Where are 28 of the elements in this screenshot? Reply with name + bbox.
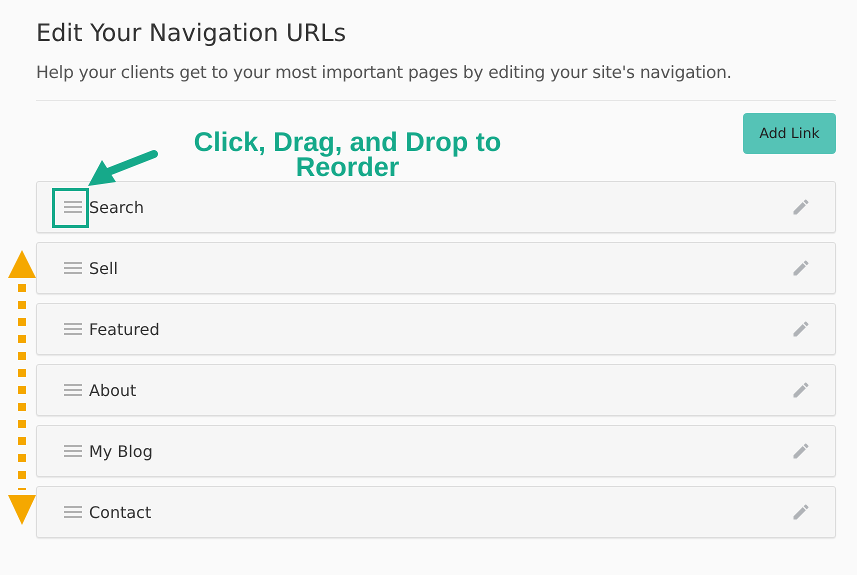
nav-item-label: About (89, 380, 138, 400)
nav-item-row[interactable]: Contact (36, 486, 836, 538)
page-title: Edit Your Navigation URLs (36, 18, 348, 49)
page-description: Help your clients get to your most important pages by editing your site's navigation. (36, 62, 733, 85)
drag-handle-icon[interactable] (63, 384, 83, 396)
nav-item-row[interactable]: About (36, 364, 836, 416)
nav-item-label: Sell (89, 258, 119, 278)
edit-icon[interactable] (791, 258, 811, 278)
add-link-button[interactable]: Add Link (743, 113, 836, 154)
edit-icon[interactable] (791, 197, 811, 217)
drag-handle-icon[interactable] (63, 506, 83, 518)
nav-item-row[interactable]: My Blog (36, 425, 836, 477)
nav-item-label: Search (89, 198, 145, 216)
drag-handle-icon[interactable] (63, 262, 83, 274)
nav-item-label: Contact (89, 502, 152, 522)
nav-item-row[interactable]: Featured (36, 303, 836, 355)
annotation-text: Click, Drag, and Drop to Reorder (192, 130, 502, 180)
edit-icon[interactable] (791, 502, 811, 522)
edit-icon[interactable] (791, 441, 811, 461)
nav-item-row[interactable]: Sell (36, 242, 836, 294)
nav-item-label: Featured (89, 320, 161, 338)
drag-handle-icon[interactable] (63, 201, 83, 213)
drag-handle-icon[interactable] (63, 445, 83, 457)
edit-icon[interactable] (791, 319, 811, 339)
edit-icon[interactable] (791, 380, 811, 400)
nav-item-label: My Blog (89, 442, 154, 460)
drag-handle-icon[interactable] (63, 323, 83, 335)
nav-item-row[interactable]: Search (36, 181, 836, 233)
